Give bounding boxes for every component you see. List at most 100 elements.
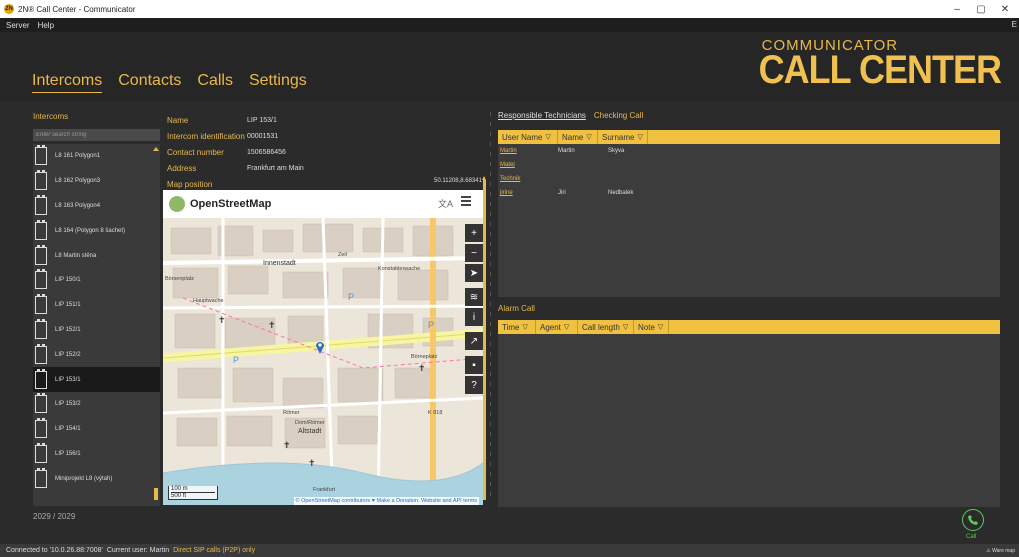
locate-button[interactable]: ➤ xyxy=(465,264,483,282)
menu-bar: Server Help E xyxy=(0,18,1019,32)
map-controls: + − ➤ ≋ i ↗ ▪ ? xyxy=(465,218,483,396)
panel-splitter[interactable] xyxy=(489,112,493,507)
table-row[interactable]: Matej xyxy=(498,158,1000,172)
filter-icon[interactable]: ▽ xyxy=(623,323,628,331)
intercom-item[interactable]: LIP 156/1 xyxy=(33,442,160,467)
intercom-device-icon xyxy=(35,194,47,215)
layers-button[interactable]: ≋ xyxy=(465,288,483,306)
call-button[interactable] xyxy=(962,509,984,531)
filter-icon[interactable]: ▽ xyxy=(564,323,569,331)
details-scroll-thumb[interactable] xyxy=(483,180,486,500)
share-button[interactable]: ↗ xyxy=(465,332,483,350)
status-connection: Connected to '10.0.26.88:7008' xyxy=(6,547,103,554)
intercom-item[interactable]: L8 Martin stěna xyxy=(33,243,160,268)
tab-contacts[interactable]: Contacts xyxy=(118,72,181,93)
table-row[interactable]: Technik xyxy=(498,172,1000,186)
svg-text:✝: ✝ xyxy=(283,441,291,451)
tab-intercoms[interactable]: Intercoms xyxy=(32,72,103,93)
filter-icon[interactable]: ▽ xyxy=(545,133,550,141)
intercom-item[interactable]: LIP 154/1 xyxy=(33,417,160,442)
technician-username[interactable]: Martin xyxy=(498,148,558,154)
tab-calls[interactable]: Calls xyxy=(197,72,233,93)
map-title: OpenStreetMap xyxy=(190,198,272,210)
technician-surname: Nedbalek xyxy=(608,190,634,196)
intercom-item[interactable]: L8 163 Polygon4 xyxy=(33,194,160,219)
filter-icon[interactable]: ▽ xyxy=(522,323,527,331)
intercom-item-label: LIP 151/1 xyxy=(55,302,81,309)
col-agent[interactable]: Agent ▽ xyxy=(536,320,578,334)
status-bar: Connected to '10.0.26.88:7008' Current u… xyxy=(0,544,1019,557)
intercom-item[interactable]: L8 162 Polygon3 xyxy=(33,169,160,194)
map-menu-icon[interactable] xyxy=(461,196,471,206)
intercom-item-label: LIP 153/2 xyxy=(55,401,81,408)
scroll-thumb[interactable] xyxy=(154,488,158,500)
intercom-item[interactable]: L8 161 Polygon1 xyxy=(33,144,160,169)
intercom-list-scrollbar[interactable] xyxy=(152,144,160,506)
intercom-list[interactable]: L8 161 Polygon1 L8 162 Polygon3 L8 163 Pol… xyxy=(33,144,160,506)
intercom-item[interactable]: LIP 153/2 xyxy=(33,392,160,417)
col-surname[interactable]: Surname ▽ xyxy=(598,130,648,144)
intercom-device-icon xyxy=(35,418,47,439)
scroll-up-icon[interactable] xyxy=(153,147,159,151)
intercom-item[interactable]: L8 164 (Polygon 8 šachet) xyxy=(33,218,160,243)
table-row[interactable]: jirine Jiri Nedbalek xyxy=(498,186,1000,200)
col-call-length[interactable]: Call length ▽ xyxy=(578,320,634,334)
col-name-label: Name xyxy=(562,132,584,142)
intercom-item-label: L8 164 (Polygon 8 šachet) xyxy=(55,227,126,234)
close-button[interactable]: ✕ xyxy=(993,0,1017,18)
main-nav: Intercoms Contacts Calls Settings xyxy=(32,72,307,93)
search-input[interactable] xyxy=(33,129,160,141)
map-canvas[interactable]: Innenstadt Altstadt Konstablerwache Haup… xyxy=(163,218,483,505)
technicians-rows: Martin Martin Skyva Matej Technik jirine Jiri N… xyxy=(498,144,1000,200)
intercom-item[interactable]: LIP 152/1 xyxy=(33,318,160,343)
zoom-out-button[interactable]: − xyxy=(465,244,483,262)
intercom-item[interactable]: LIP 150/1 xyxy=(33,268,160,293)
minimize-button[interactable]: – xyxy=(945,0,969,18)
map-marker-icon[interactable] xyxy=(315,340,325,354)
tab-settings[interactable]: Settings xyxy=(249,72,307,93)
filter-icon[interactable]: ▽ xyxy=(586,133,591,141)
filter-icon[interactable]: ▽ xyxy=(637,133,642,141)
menu-help[interactable]: Help xyxy=(38,21,54,30)
filter-icon[interactable]: ▽ xyxy=(658,323,663,331)
technician-name: Martin xyxy=(558,148,575,154)
tab-responsible-technicians[interactable]: Responsible Technicians xyxy=(498,111,586,120)
note-button[interactable]: ▪ xyxy=(465,356,483,374)
intercom-item[interactable]: LIP 152/2 xyxy=(33,342,160,367)
zoom-in-button[interactable]: + xyxy=(465,224,483,242)
map-info-button[interactable]: i xyxy=(465,308,483,326)
maximize-button[interactable]: ▢ xyxy=(969,0,993,18)
detail-map-label: Map position xyxy=(167,179,213,189)
intercom-device-icon xyxy=(35,318,47,339)
intercom-item[interactable]: Miniprojekt L8 (výtah) xyxy=(33,466,160,491)
map-attribution[interactable]: © OpenStreetMap contributors ♥ Make a Do… xyxy=(293,497,479,505)
detail-address-row: Address Frankfurt am Main xyxy=(167,160,487,176)
technician-name: Jiri xyxy=(558,190,566,196)
window-controls: – ▢ ✕ xyxy=(945,0,1017,18)
col-user-name[interactable]: User Name ▽ xyxy=(498,130,558,144)
intercom-item[interactable]: LIP 153/1 xyxy=(33,367,160,392)
technician-username[interactable]: Technik xyxy=(498,176,558,182)
technicians-table-header: User Name ▽ Name ▽ Surname ▽ xyxy=(498,130,1000,144)
translate-icon[interactable]: 文A xyxy=(438,197,453,210)
technician-surname: Skyva xyxy=(608,148,625,154)
technician-username[interactable]: Matej xyxy=(498,162,558,168)
col-name[interactable]: Name ▽ xyxy=(558,130,598,144)
intercoms-label: Intercoms xyxy=(33,112,69,121)
menu-server[interactable]: Server xyxy=(6,21,30,30)
map-label-konstablerwache: Konstablerwache xyxy=(378,266,420,272)
details-scrollbar[interactable] xyxy=(482,176,487,506)
intercom-device-icon xyxy=(35,269,47,290)
table-row[interactable]: Martin Martin Skyva xyxy=(498,144,1000,158)
tab-checking-call[interactable]: Checking Call xyxy=(594,111,643,120)
intercom-device-icon xyxy=(35,294,47,315)
intercom-item[interactable]: LIP 151/1 xyxy=(33,293,160,318)
detail-contact-row: Contact number 1506586456 xyxy=(167,144,487,160)
status-warning: ⚠ Ware map xyxy=(986,547,1015,554)
map-view[interactable]: OpenStreetMap 文A Innenstadt Altstadt Kon… xyxy=(163,190,483,505)
technician-username[interactable]: jirine xyxy=(498,190,558,196)
col-time[interactable]: Time ▽ xyxy=(498,320,536,334)
query-button[interactable]: ? xyxy=(465,376,483,394)
col-note[interactable]: Note ▽ xyxy=(634,320,669,334)
svg-text:P: P xyxy=(233,355,239,365)
